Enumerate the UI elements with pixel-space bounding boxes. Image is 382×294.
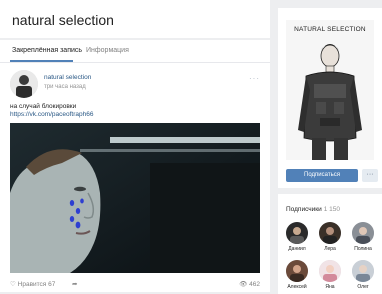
eye-icon: 👁 <box>239 281 248 288</box>
avatar <box>286 260 308 282</box>
members-header[interactable]: Подписчики 1 150 <box>286 206 340 213</box>
share-button[interactable]: ➦ <box>72 280 77 288</box>
wall-card: Закреплённая запись Информация natural s… <box>0 40 270 292</box>
member-name: Олег <box>357 284 369 290</box>
post-image[interactable] <box>10 123 260 273</box>
member-name: Даниил <box>288 246 306 252</box>
member-name: Полина <box>354 246 372 252</box>
avatar <box>352 222 374 244</box>
member-item[interactable]: Полина <box>352 222 376 252</box>
ellipsis-icon[interactable]: ··· <box>249 74 260 83</box>
post-author-avatar[interactable] <box>10 70 38 98</box>
member-item[interactable]: Лера <box>319 222 343 252</box>
heart-icon: ♡ <box>10 281 16 288</box>
share-icon: ➦ <box>72 281 78 288</box>
group-header: natural selection <box>0 0 270 38</box>
avatar <box>319 260 341 282</box>
member-item[interactable]: Алексей <box>286 260 310 290</box>
like-button[interactable]: ♡ Нравится 67 <box>10 280 55 288</box>
avatar <box>286 222 308 244</box>
post-timestamp[interactable]: три часа назад <box>44 84 86 90</box>
member-item[interactable]: Олег <box>352 260 376 290</box>
group-cover-image[interactable]: NATURAL SELECTION <box>286 20 374 160</box>
post-text: на случай блокировки <box>10 103 77 110</box>
members-count: 1 150 <box>323 206 341 213</box>
group-cover-card: NATURAL SELECTION Подписаться ··· <box>278 8 382 188</box>
tabs-bar: Закреплённая запись Информация <box>0 40 270 63</box>
tab-pinned-post[interactable]: Закреплённая запись <box>12 47 82 54</box>
member-name: Лера <box>324 246 336 252</box>
member-item[interactable]: Яна <box>319 260 343 290</box>
likes-count: 67 <box>48 281 56 288</box>
avatar <box>319 222 341 244</box>
tab-info[interactable]: Информация <box>86 47 129 54</box>
member-name: Алексей <box>287 284 307 290</box>
post-link[interactable]: https://vk.com/paceoftraph66 <box>10 111 93 118</box>
views-counter: 👁 462 <box>239 281 260 288</box>
more-actions-button[interactable]: ··· <box>362 169 378 182</box>
post-actions-bar: ♡ Нравится 67 ➦ 👁 462 <box>10 280 260 292</box>
avatar <box>352 260 374 282</box>
page-title: natural selection <box>12 12 114 28</box>
member-item[interactable]: Даниил <box>286 222 310 252</box>
members-card: Подписчики 1 150 Даниил Лера Полина Алекс… <box>278 194 382 294</box>
post-author-name[interactable]: natural selection <box>44 74 91 81</box>
member-name: Яна <box>325 284 335 290</box>
active-tab-indicator <box>10 60 73 62</box>
subscribe-button[interactable]: Подписаться <box>286 169 358 182</box>
